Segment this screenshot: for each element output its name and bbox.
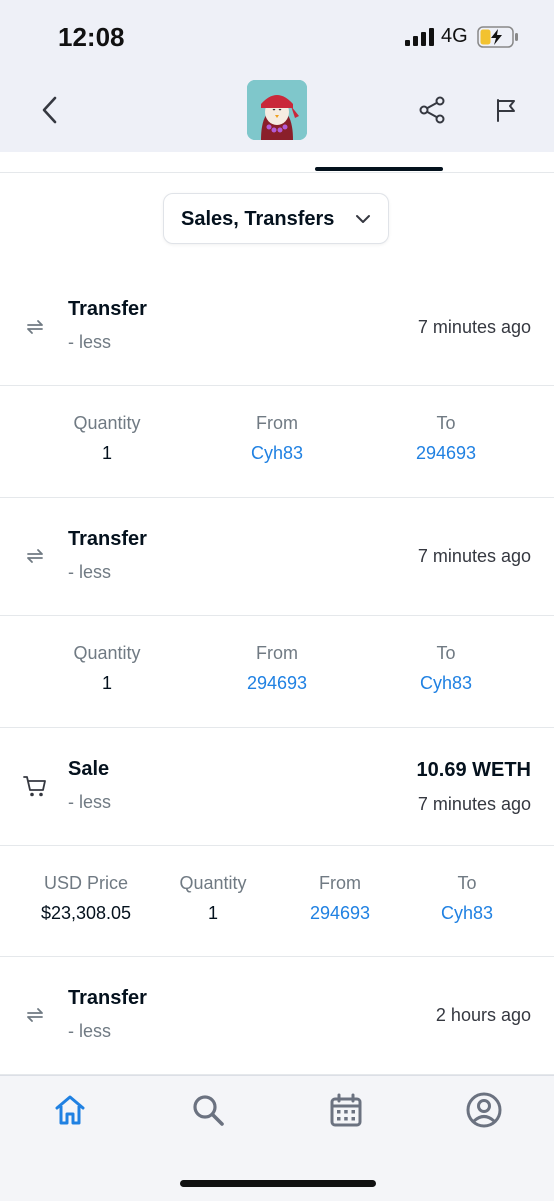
activity-row[interactable]: Transfer - less 2 hours ago — [0, 957, 554, 1075]
flag-icon — [497, 99, 515, 122]
transfer-arrows-icon — [27, 1008, 43, 1022]
activity-row[interactable]: Transfer - less 7 minutes ago — [0, 268, 554, 386]
quantity-value: 1 — [101, 673, 112, 693]
to-user-link[interactable]: Cyh83 — [376, 672, 516, 694]
event-sub: - less — [68, 332, 112, 352]
quantity-col: Quantity 1 — [37, 412, 177, 464]
item-header — [0, 75, 554, 153]
quantity-label: Quantity — [73, 413, 141, 433]
to-col: To Cyh83 — [376, 642, 516, 694]
from-col: From Cyh83 — [207, 412, 347, 464]
search-icon — [193, 1095, 224, 1126]
usd-price-label: USD Price — [43, 873, 128, 893]
event-filter-dropdown[interactable]: Sales, Transfers — [163, 193, 389, 244]
nft-avatar[interactable] — [247, 80, 307, 140]
quantity-col: Quantity 1 — [37, 642, 177, 694]
nav-home[interactable] — [50, 1090, 90, 1130]
event-type: Transfer — [68, 298, 147, 320]
quantity-label: Quantity — [179, 873, 247, 893]
transfer-arrows-icon — [27, 320, 43, 334]
share-icon — [419, 96, 445, 124]
home-indicator — [180, 1180, 376, 1187]
to-label: To — [436, 413, 456, 433]
activity-row[interactable]: Transfer - less 7 minutes ago — [0, 498, 554, 616]
to-col: To Cyh83 — [397, 872, 537, 924]
active-tab-indicator — [315, 167, 443, 171]
status-time: 12:08 — [58, 22, 125, 52]
filter-label: Sales, Transfers — [181, 208, 335, 230]
to-label: To — [457, 873, 477, 893]
to-user-link[interactable]: 294693 — [376, 442, 516, 464]
status-bar: 12:08 4G — [0, 0, 554, 75]
activity-details: USD Price $23,308.05 Quantity 1 From 294… — [0, 846, 554, 957]
penguin-avatar-image — [247, 80, 307, 140]
event-time: 7 minutes ago — [417, 546, 531, 566]
quantity-label: Quantity — [73, 643, 141, 663]
event-time: 7 minutes ago — [417, 794, 531, 814]
activity-details: Quantity 1 From 294693 To Cyh83 — [0, 616, 554, 728]
calendar-icon — [330, 1093, 362, 1127]
profile-icon — [466, 1092, 502, 1128]
from-user-link[interactable]: Cyh83 — [207, 442, 347, 464]
event-sub: - less — [68, 562, 112, 582]
quantity-value: 1 — [207, 903, 218, 923]
chevron-left-icon — [42, 96, 57, 124]
from-col: From 294693 — [207, 642, 347, 694]
from-user-link[interactable]: 294693 — [207, 672, 347, 694]
from-label: From — [319, 873, 361, 893]
to-label: To — [436, 643, 456, 663]
to-col: To 294693 — [376, 412, 516, 464]
from-col: From 294693 — [270, 872, 410, 924]
battery-charging-icon — [477, 26, 518, 48]
report-button[interactable] — [490, 94, 522, 126]
event-time: 7 minutes ago — [417, 317, 531, 337]
tab-strip — [0, 152, 554, 173]
from-label: From — [256, 413, 298, 433]
chevron-down-icon — [356, 215, 370, 223]
share-button[interactable] — [416, 94, 448, 126]
activity-details: Quantity 1 From Cyh83 To 294693 — [0, 386, 554, 498]
back-button[interactable] — [34, 93, 64, 127]
home-icon — [55, 1095, 85, 1125]
from-label: From — [256, 643, 298, 663]
quantity-col: Quantity 1 — [143, 872, 283, 924]
nav-calendar[interactable] — [326, 1090, 366, 1130]
event-time: 2 hours ago — [435, 1005, 531, 1025]
event-sub: - less — [68, 792, 112, 812]
event-sub: - less — [68, 1021, 112, 1041]
activity-row[interactable]: Sale - less 10.69 WETH 7 minutes ago — [0, 728, 554, 846]
quantity-value: 1 — [101, 443, 112, 463]
event-type: Transfer — [68, 987, 147, 1009]
nav-search[interactable] — [188, 1090, 228, 1130]
filter-section: Sales, Transfers — [0, 172, 554, 269]
nav-profile[interactable] — [464, 1090, 504, 1130]
event-type: Sale — [68, 758, 110, 780]
network-label: 4G — [441, 25, 468, 47]
event-type: Transfer — [68, 528, 147, 550]
usd-price-col: USD Price $23,308.05 — [16, 872, 156, 924]
to-user-link[interactable]: Cyh83 — [397, 902, 537, 924]
from-user-link[interactable]: 294693 — [270, 902, 410, 924]
transfer-arrows-icon — [27, 549, 43, 563]
cart-icon — [23, 776, 46, 797]
signal-icon — [405, 28, 434, 46]
usd-price-value: $23,308.05 — [40, 903, 132, 923]
sale-price: 10.69 WETH — [416, 759, 531, 781]
